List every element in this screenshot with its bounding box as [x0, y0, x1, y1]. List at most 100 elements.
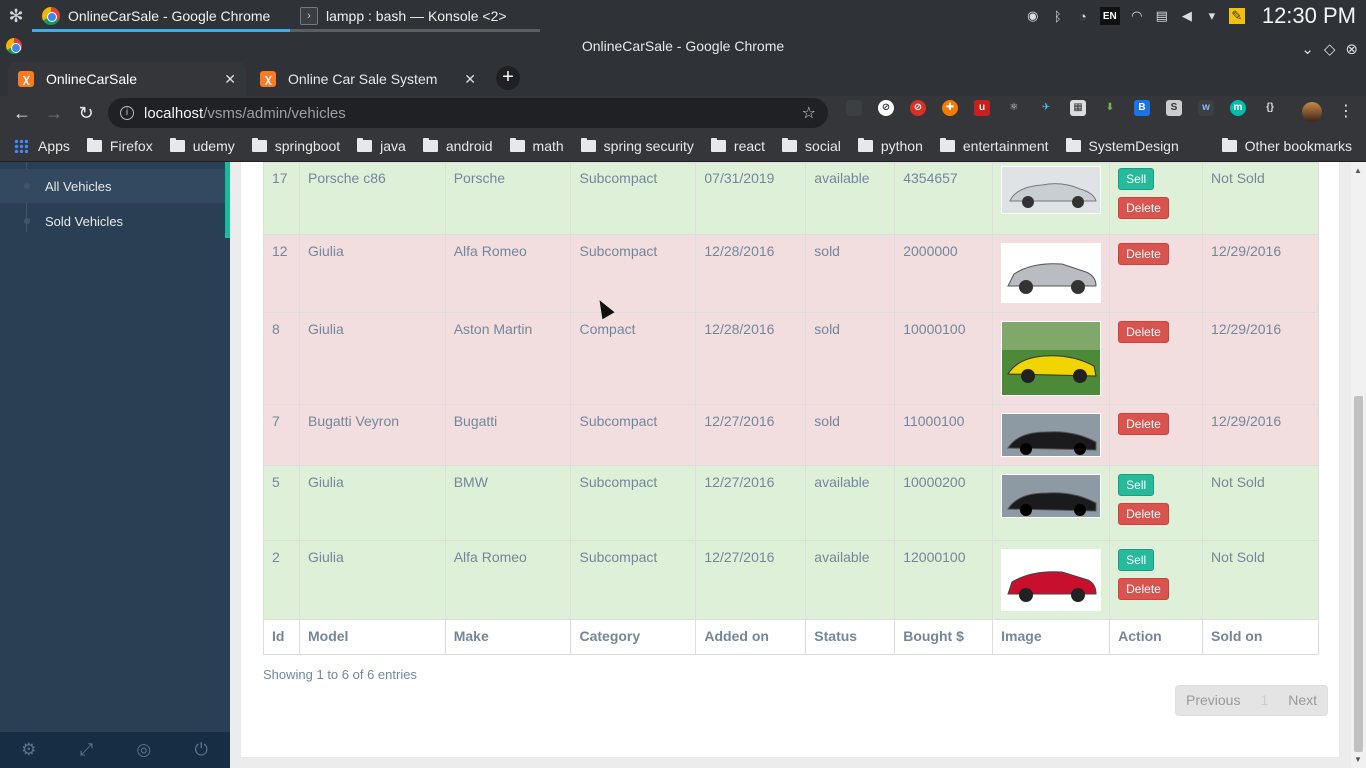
fullscreen-icon[interactable]: ⤢ — [58, 732, 116, 768]
bookmark-apps[interactable]: Apps — [14, 138, 70, 154]
car-thumbnail[interactable] — [1001, 166, 1102, 214]
cell-image — [992, 465, 1111, 541]
clipboard-icon[interactable]: ▤ — [1154, 8, 1170, 24]
bookmark-folder[interactable]: react — [710, 137, 765, 154]
column-header[interactable]: Added on — [695, 619, 807, 655]
car-thumbnail[interactable] — [1001, 474, 1102, 518]
column-header[interactable]: Status — [805, 619, 896, 655]
extension-s-icon[interactable]: S — [1166, 100, 1182, 116]
column-header[interactable]: Category — [570, 619, 697, 655]
extension-blank-icon[interactable] — [846, 100, 862, 116]
notes-icon[interactable]: ✎ — [1228, 8, 1245, 24]
task-chrome[interactable]: OnlineCarSale - Google Chrome — [32, 0, 290, 32]
scroll-up-icon[interactable]: ▲ — [1354, 166, 1362, 175]
info-icon[interactable]: i — [120, 106, 134, 120]
sidebar-item-all-vehicles[interactable]: All Vehicles — [0, 169, 225, 203]
extension-tool-icon[interactable]: ▦ — [1070, 100, 1086, 116]
clock[interactable]: 12:30 PM — [1262, 3, 1356, 29]
delete-button[interactable]: Delete — [1118, 243, 1169, 265]
tab-onlinecarsale[interactable]: ꭓ OnlineCarSale ✕ — [8, 62, 246, 96]
delete-button[interactable]: Delete — [1118, 197, 1169, 219]
column-header[interactable]: Action — [1109, 619, 1204, 655]
column-header[interactable]: Make — [444, 619, 572, 655]
power-icon[interactable]: ⏻ — [173, 732, 231, 768]
extension-block-icon[interactable]: ⊘ — [878, 100, 894, 116]
car-thumbnail[interactable] — [1001, 549, 1102, 611]
delete-button[interactable]: Delete — [1118, 578, 1169, 600]
bookmark-folder[interactable]: python — [857, 137, 923, 154]
extension-w-icon[interactable]: w — [1198, 100, 1214, 116]
column-header[interactable]: Id — [263, 619, 300, 655]
column-header[interactable]: Sold on — [1202, 619, 1319, 655]
sell-button[interactable]: Sell — [1118, 549, 1155, 571]
cell-sold-on: Not Sold — [1202, 465, 1319, 541]
bookmark-folder[interactable]: Firefox — [86, 137, 153, 154]
extension-ban-icon[interactable]: ⊘ — [910, 100, 926, 116]
close-tab-icon[interactable]: ✕ — [224, 71, 236, 88]
reload-icon[interactable]: ↻ — [70, 103, 102, 124]
scroll-down-icon[interactable]: ▼ — [1354, 755, 1362, 764]
page-number[interactable]: 1 — [1250, 686, 1278, 715]
car-thumbnail[interactable] — [1001, 321, 1102, 396]
back-icon[interactable]: ← — [6, 103, 38, 124]
sell-button[interactable]: Sell — [1118, 168, 1155, 190]
extension-react-icon[interactable]: ⚛ — [1006, 100, 1022, 116]
extension-download-icon[interactable]: ⬇ — [1102, 100, 1118, 116]
wifi-icon[interactable]: ◠ — [1129, 8, 1145, 24]
extension-json-icon[interactable]: {} — [1262, 100, 1278, 116]
car-thumbnail[interactable] — [1001, 243, 1102, 303]
bookmark-folder[interactable]: spring security — [580, 137, 694, 154]
bookmark-folder[interactable]: entertainment — [939, 137, 1049, 154]
forward-icon[interactable]: → — [38, 103, 70, 124]
keyboard-layout[interactable]: EN — [1099, 7, 1120, 25]
profile-avatar[interactable] — [1302, 102, 1322, 122]
cell-image — [992, 234, 1111, 313]
eye-slash-icon[interactable]: ◎ — [115, 732, 173, 768]
column-header[interactable]: Model — [298, 619, 446, 655]
volume-icon[interactable]: ◀ — [1179, 8, 1195, 24]
delete-button[interactable]: Delete — [1118, 413, 1169, 435]
task-konsole[interactable]: › lampp : bash — Konsole <2> — [290, 0, 540, 32]
new-tab-button[interactable]: + — [496, 66, 520, 90]
settings-icon[interactable]: ⚙ — [0, 732, 58, 768]
close-tab-icon[interactable]: ✕ — [464, 71, 476, 88]
bookmark-folder[interactable]: udemy — [169, 137, 235, 154]
other-bookmarks[interactable]: Other bookmarks — [1221, 137, 1352, 154]
bookmark-folder[interactable]: springboot — [251, 137, 340, 154]
column-header[interactable]: Bought $ — [894, 619, 994, 655]
cell-image — [992, 162, 1111, 235]
scrollbar-thumb[interactable] — [1354, 396, 1363, 752]
tab-online-car-sale-system[interactable]: ꭓ Online Car Sale System ✕ — [250, 62, 486, 96]
extension-b-icon[interactable]: B — [1134, 100, 1150, 116]
car-thumbnail[interactable] — [1001, 413, 1102, 457]
bookmark-folder[interactable]: java — [357, 137, 406, 154]
delete-button[interactable]: Delete — [1118, 321, 1169, 343]
skype-icon[interactable]: ◉ — [1025, 8, 1041, 24]
bookmark-folder[interactable]: social — [782, 137, 841, 154]
extension-lifebuoy-icon[interactable]: ✚ — [942, 100, 958, 116]
delete-button[interactable]: Delete — [1118, 503, 1169, 525]
system-tray: ◉ ᛒ ◔ EN ◠ ▤ ◀ ▾ ✎ 12:30 PM — [1025, 3, 1366, 29]
sidebar-item-sold-vehicles[interactable]: Sold Vehicles — [0, 204, 225, 238]
bluetooth-icon[interactable]: ᛒ — [1050, 8, 1066, 24]
bookmark-label: math — [532, 137, 564, 154]
update-icon[interactable]: ◔ — [1075, 8, 1091, 24]
column-header[interactable]: Image — [992, 619, 1111, 655]
extension-m-icon[interactable]: m — [1230, 100, 1246, 116]
kde-menu-icon[interactable]: ✻ — [0, 0, 32, 32]
chrome-menu-icon[interactable]: ⋮ — [1338, 101, 1354, 121]
next-button[interactable]: Next — [1278, 686, 1327, 715]
previous-button[interactable]: Previous — [1176, 686, 1250, 715]
page-scrollbar[interactable]: ▲ ▼ — [1351, 162, 1366, 768]
extension-puzzle-icon[interactable]: ✈ — [1038, 100, 1054, 116]
extension-ublock-icon[interactable]: u — [974, 100, 990, 116]
bookmark-folder[interactable]: math — [509, 137, 564, 154]
cell-image — [992, 312, 1111, 405]
cell-category: Subcompact — [570, 162, 697, 235]
sell-button[interactable]: Sell — [1118, 474, 1155, 496]
expand-tray-icon[interactable]: ▾ — [1204, 8, 1220, 24]
bookmark-folder[interactable]: SystemDesign — [1065, 137, 1179, 154]
address-bar[interactable]: i localhost/vsms/admin/vehicles ☆ — [108, 98, 828, 128]
bookmark-folder[interactable]: android — [422, 137, 493, 154]
bookmark-star-icon[interactable]: ☆ — [802, 103, 816, 123]
